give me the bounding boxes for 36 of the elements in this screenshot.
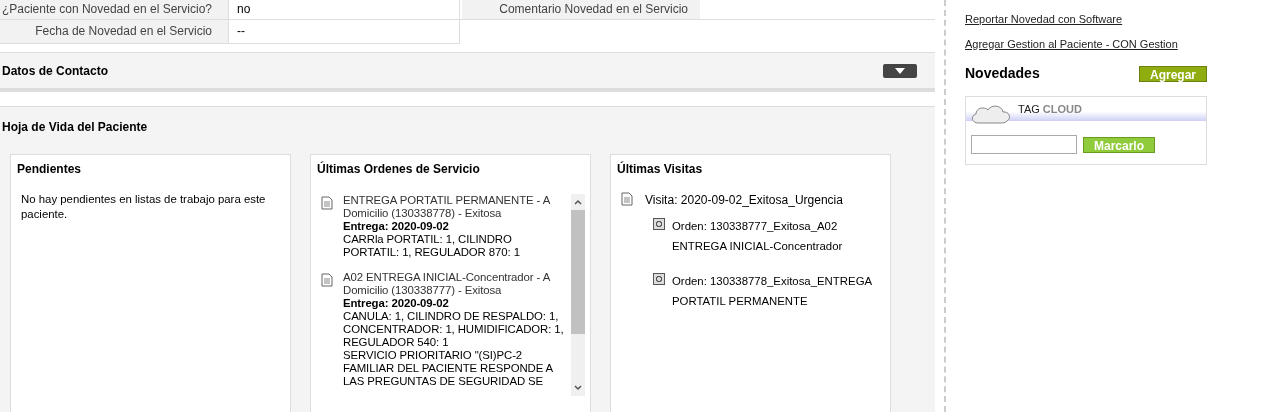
document-icon bbox=[621, 192, 633, 206]
caret-icon bbox=[895, 67, 905, 74]
tag-cloud-title: TAG CLOUD bbox=[1018, 101, 1082, 117]
field-value: -- bbox=[228, 20, 460, 44]
visit-order: Orden: 130338778_Exitosa_ENTREGA PORTATIL PERMANENTE bbox=[672, 274, 873, 309]
order-title: ENTREGA PORTATIL PERMANENTE - A Domicilio (130338778) - Exitosa bbox=[343, 194, 551, 220]
field-label: ¿Paciente con Novedad en el Servicio? bbox=[0, 0, 228, 19]
card-title: Pendientes bbox=[16, 161, 83, 178]
order-detail: CARRla PORTATIL: 1, CILINDRO PORTATIL: 1, REGULADOR 870: 1 bbox=[343, 233, 521, 259]
card-title: Últimas Ordenes de Servicio bbox=[316, 160, 481, 178]
visit-entry: Visita: 2020-09-02_Exitosa_Urgencia bbox=[645, 192, 843, 209]
section-header[interactable]: Datos de Contacto bbox=[0, 52, 935, 92]
card-title: Últimas Visitas bbox=[616, 160, 704, 178]
visit-order: Orden: 130338777_Exitosa_A02 ENTREGA INICIAL-Concentrador bbox=[672, 219, 844, 254]
section-title: Datos de Contacto bbox=[2, 62, 108, 80]
novedades-title: Novedades bbox=[965, 64, 1040, 83]
field-label: Comentario Novedad en el Servicio bbox=[462, 0, 700, 19]
empty-message: No hay pendientes en listas de trabajo para este paciente. bbox=[20, 192, 267, 222]
field-value: no bbox=[228, 0, 460, 19]
order-icon bbox=[653, 273, 665, 285]
tag-input[interactable] bbox=[971, 135, 1077, 154]
document-icon bbox=[321, 273, 333, 287]
order-detail: SERVICIO PRIORITARIO "(SI)PC-2 FAMILIAR DEL PACIENTE RESPONDE A LAS PREGUNTAS DE SEGURIDAD SE bbox=[343, 349, 554, 388]
sidebar-link[interactable]: Agregar Gestion al Paciente - CON Gestion bbox=[965, 35, 1207, 52]
field-label: Fecha de Novedad en el Servicio bbox=[0, 20, 228, 44]
document-icon bbox=[321, 196, 333, 210]
section-title: Hoja de Vida del Paciente bbox=[2, 118, 148, 136]
delivery-date: Entrega: 2020-09-02 bbox=[343, 297, 450, 310]
order-title: A02 ENTREGA INICIAL-Concentrador - A Domicilio (130338777) - Exitosa bbox=[343, 271, 551, 297]
sidebar-link[interactable]: Reportar Novedad con Software bbox=[965, 11, 1207, 28]
section-header[interactable]: Hoja de Vida del Paciente bbox=[0, 106, 935, 146]
order-detail: CANULA: 1, CILINDRO DE RESPALDO: 1, CONCENTRADOR: 1, HUMIDIFICADOR: 1, REGULADOR 540: 1 bbox=[343, 310, 565, 349]
scrollbar[interactable] bbox=[571, 194, 585, 396]
order-icon bbox=[653, 218, 665, 230]
expand-button[interactable] bbox=[883, 63, 917, 78]
delivery-date: Entrega: 2020-09-02 bbox=[343, 220, 450, 233]
